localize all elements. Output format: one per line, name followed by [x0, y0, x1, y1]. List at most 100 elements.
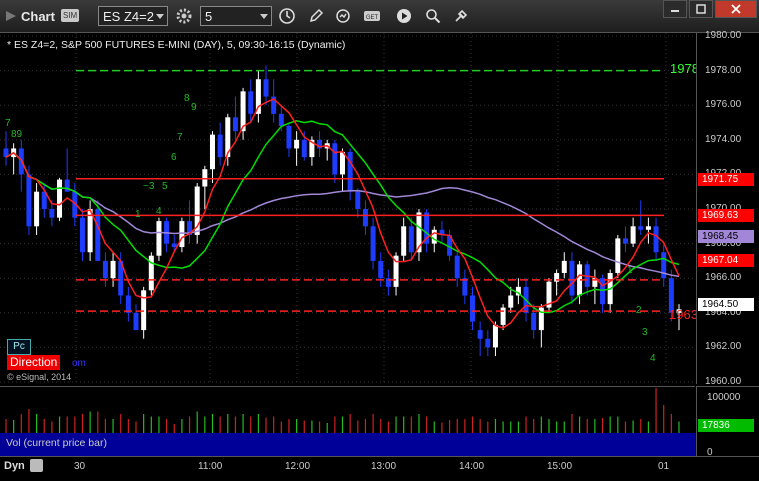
candle-body	[340, 151, 345, 175]
get-data-icon[interactable]: GET	[362, 6, 382, 26]
time-tick: 30	[74, 461, 86, 472]
candle-body	[248, 91, 254, 114]
candle-body	[286, 125, 292, 149]
candle-body	[401, 226, 407, 256]
price-tick: 1974.00	[705, 133, 742, 145]
candle-body	[26, 174, 32, 227]
pc-button[interactable]: Pc	[7, 339, 31, 355]
candle-body	[622, 238, 628, 244]
candle-body	[294, 139, 300, 149]
level-label-high: 1978	[670, 61, 699, 76]
td-count-label: 7	[5, 118, 11, 129]
candle-body	[615, 238, 621, 274]
candle-body	[347, 151, 353, 192]
td-count-label: 7	[177, 132, 183, 143]
time-tick: 15:00	[547, 461, 573, 472]
candle-body	[332, 143, 338, 175]
td-count-label: 4	[650, 353, 656, 364]
td-count-label: 9	[191, 102, 197, 113]
price-flag: 1971.75	[698, 172, 754, 186]
candle-body	[95, 209, 101, 261]
candle-body	[561, 260, 567, 274]
candle-body	[492, 324, 498, 348]
td-count-label: 3	[642, 327, 648, 338]
candle-body	[202, 169, 208, 187]
price-tick: 1966.00	[705, 272, 742, 284]
candle-body	[477, 330, 483, 339]
magnifier-icon[interactable]	[30, 459, 43, 472]
pencil-icon[interactable]	[306, 6, 326, 26]
price-axis[interactable]: 1980.001978.001976.001974.001972.001970.…	[696, 30, 759, 387]
price-flag: 1967.04	[698, 254, 754, 268]
volume-axis[interactable]: 100000 0 17836	[696, 386, 759, 458]
candle-body	[378, 260, 384, 279]
price-chart[interactable]	[0, 33, 695, 384]
td-count-label: 8	[184, 93, 190, 104]
gear-icon[interactable]	[174, 6, 194, 26]
price-tick: 1980.00	[705, 30, 742, 41]
price-flag: 1964.50	[698, 298, 754, 312]
candle-body	[57, 179, 63, 218]
direction-label-tail: om	[72, 358, 86, 369]
price-flag: 1968.45	[698, 229, 754, 243]
maximize-button[interactable]	[689, 0, 713, 18]
candle-body	[645, 226, 651, 230]
play-icon[interactable]	[394, 6, 414, 26]
interval-value: 5	[205, 8, 213, 24]
volume-study-label: Vol (current price bar)	[6, 437, 107, 449]
direction-label: Direction	[7, 355, 61, 370]
candle-body	[485, 338, 491, 348]
interval-input[interactable]: 5	[200, 6, 272, 26]
candle-body	[500, 307, 506, 325]
candle-body	[34, 191, 40, 227]
level-label-low: 1963	[669, 307, 698, 322]
close-button[interactable]	[715, 0, 757, 18]
price-tick: 1976.00	[705, 99, 742, 111]
chart-title-text: Chart	[21, 8, 55, 24]
candle-body	[630, 226, 636, 244]
minimize-button[interactable]	[663, 0, 687, 18]
time-tick: 14:00	[459, 461, 485, 472]
sim-badge: SIM	[61, 9, 80, 22]
refresh-icon[interactable]	[333, 6, 353, 26]
td-count-label: 5	[162, 181, 168, 192]
candle-body	[232, 117, 238, 132]
clock-icon[interactable]	[277, 6, 297, 26]
time-tick: 13:00	[371, 461, 397, 472]
candle-body	[569, 260, 575, 296]
link-icon[interactable]	[451, 6, 471, 26]
close-icon	[731, 4, 741, 14]
chart-window-title[interactable]: Chart	[6, 0, 55, 32]
candle-body	[370, 226, 376, 261]
symbol-input[interactable]: ES Z4=2	[98, 6, 168, 26]
chart-toolbar: Chart SIM ES Z4=2 5 GET	[0, 0, 759, 33]
candle-body	[217, 134, 223, 158]
chart-legend: * ES Z4=2, S&P 500 FUTURES E-MINI (DAY),…	[7, 39, 346, 51]
candle-body	[600, 278, 606, 305]
td-count-label: 4	[156, 206, 162, 217]
candle-body	[278, 113, 284, 126]
search-icon[interactable]	[423, 6, 443, 26]
candle-body	[156, 221, 162, 256]
td-count-label: 2	[636, 305, 642, 316]
price-flag: 1969.63	[698, 209, 754, 223]
candle-body	[49, 209, 55, 218]
td-count-label: 89	[11, 129, 23, 140]
candle-body	[125, 295, 131, 313]
interval-mode-label: Dyn	[4, 460, 25, 472]
chevron-down-icon[interactable]	[260, 14, 268, 19]
candle-body	[638, 226, 644, 230]
candle-body	[470, 295, 476, 322]
candle-body	[79, 217, 85, 253]
price-tick: 1962.00	[705, 341, 742, 353]
candle-body	[408, 226, 414, 253]
candle-body	[133, 312, 139, 331]
symbol-value: ES Z4=2	[103, 8, 154, 24]
candle-body	[454, 255, 460, 279]
td-count-label: 1	[135, 209, 141, 220]
candle-body	[355, 191, 361, 209]
candle-body	[209, 134, 215, 170]
candle-body	[462, 278, 468, 296]
td-count-label: ~3	[143, 181, 155, 192]
chevron-down-icon[interactable]	[156, 14, 164, 19]
